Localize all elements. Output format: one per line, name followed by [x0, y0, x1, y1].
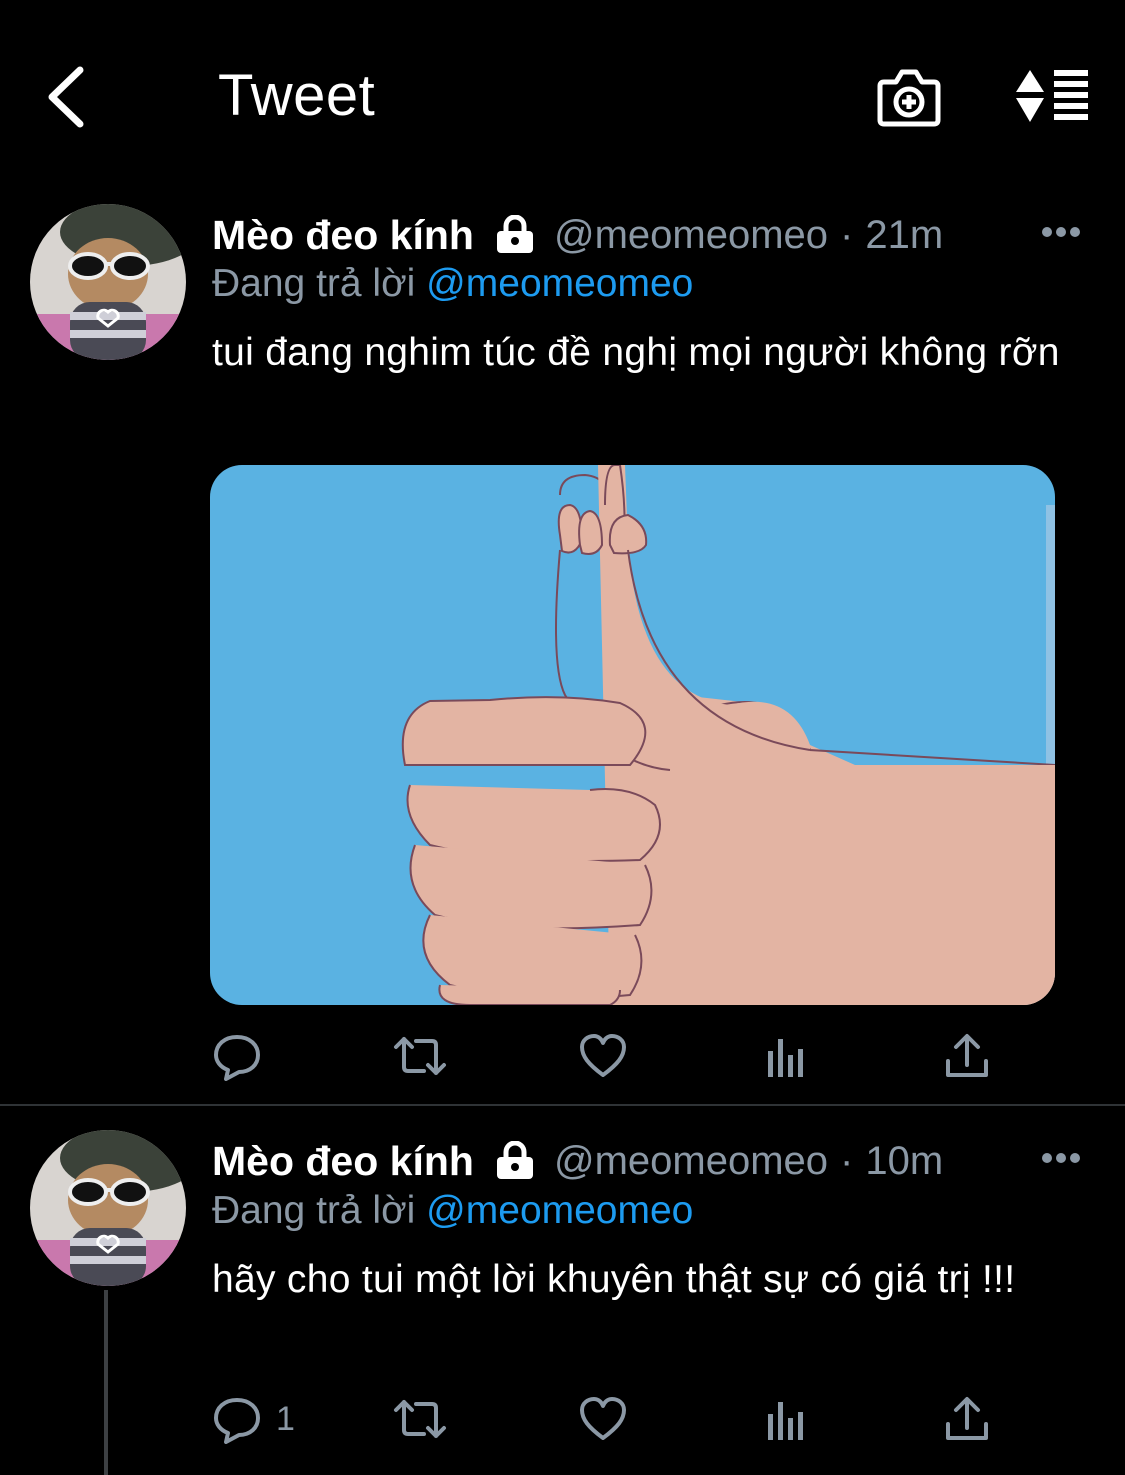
reply-button[interactable]: 1: [212, 1391, 295, 1447]
share-icon: [946, 1397, 988, 1440]
reply-mention[interactable]: @meomeomeo: [426, 1189, 693, 1232]
tweet-item[interactable]: Mèo đeo kính @meomeomeo · 10m Đang trả l…: [0, 0, 1125, 1475]
like-button[interactable]: [578, 1391, 628, 1447]
thread-connector: [104, 1290, 108, 1475]
lock-icon: [496, 1141, 533, 1179]
more-options-icon[interactable]: [1040, 1151, 1082, 1165]
avatar[interactable]: [30, 1130, 186, 1286]
heart-icon: [580, 1397, 626, 1440]
replying-to: Đang trả lời @meomeomeo: [212, 1189, 693, 1233]
tweet-header: Mèo đeo kính @meomeomeo · 10m: [212, 1136, 943, 1186]
analytics-icon: [768, 1402, 803, 1440]
author-handle[interactable]: @meomeomeo: [554, 1139, 828, 1184]
tweet-text: hãy cho tui một lời khuyên thật sự có gi…: [212, 1258, 1016, 1301]
separator: ·: [840, 1138, 854, 1183]
reply-icon: [214, 1398, 260, 1444]
reply-count: 1: [276, 1399, 295, 1438]
views-button[interactable]: [762, 1391, 812, 1447]
author-name[interactable]: Mèo đeo kính: [212, 1138, 474, 1185]
retweet-button[interactable]: [392, 1391, 448, 1447]
retweet-icon: [394, 1400, 446, 1438]
share-button[interactable]: [942, 1391, 992, 1447]
reply-prefix: Đang trả lời: [212, 1189, 416, 1232]
timestamp[interactable]: 10m: [865, 1139, 943, 1184]
